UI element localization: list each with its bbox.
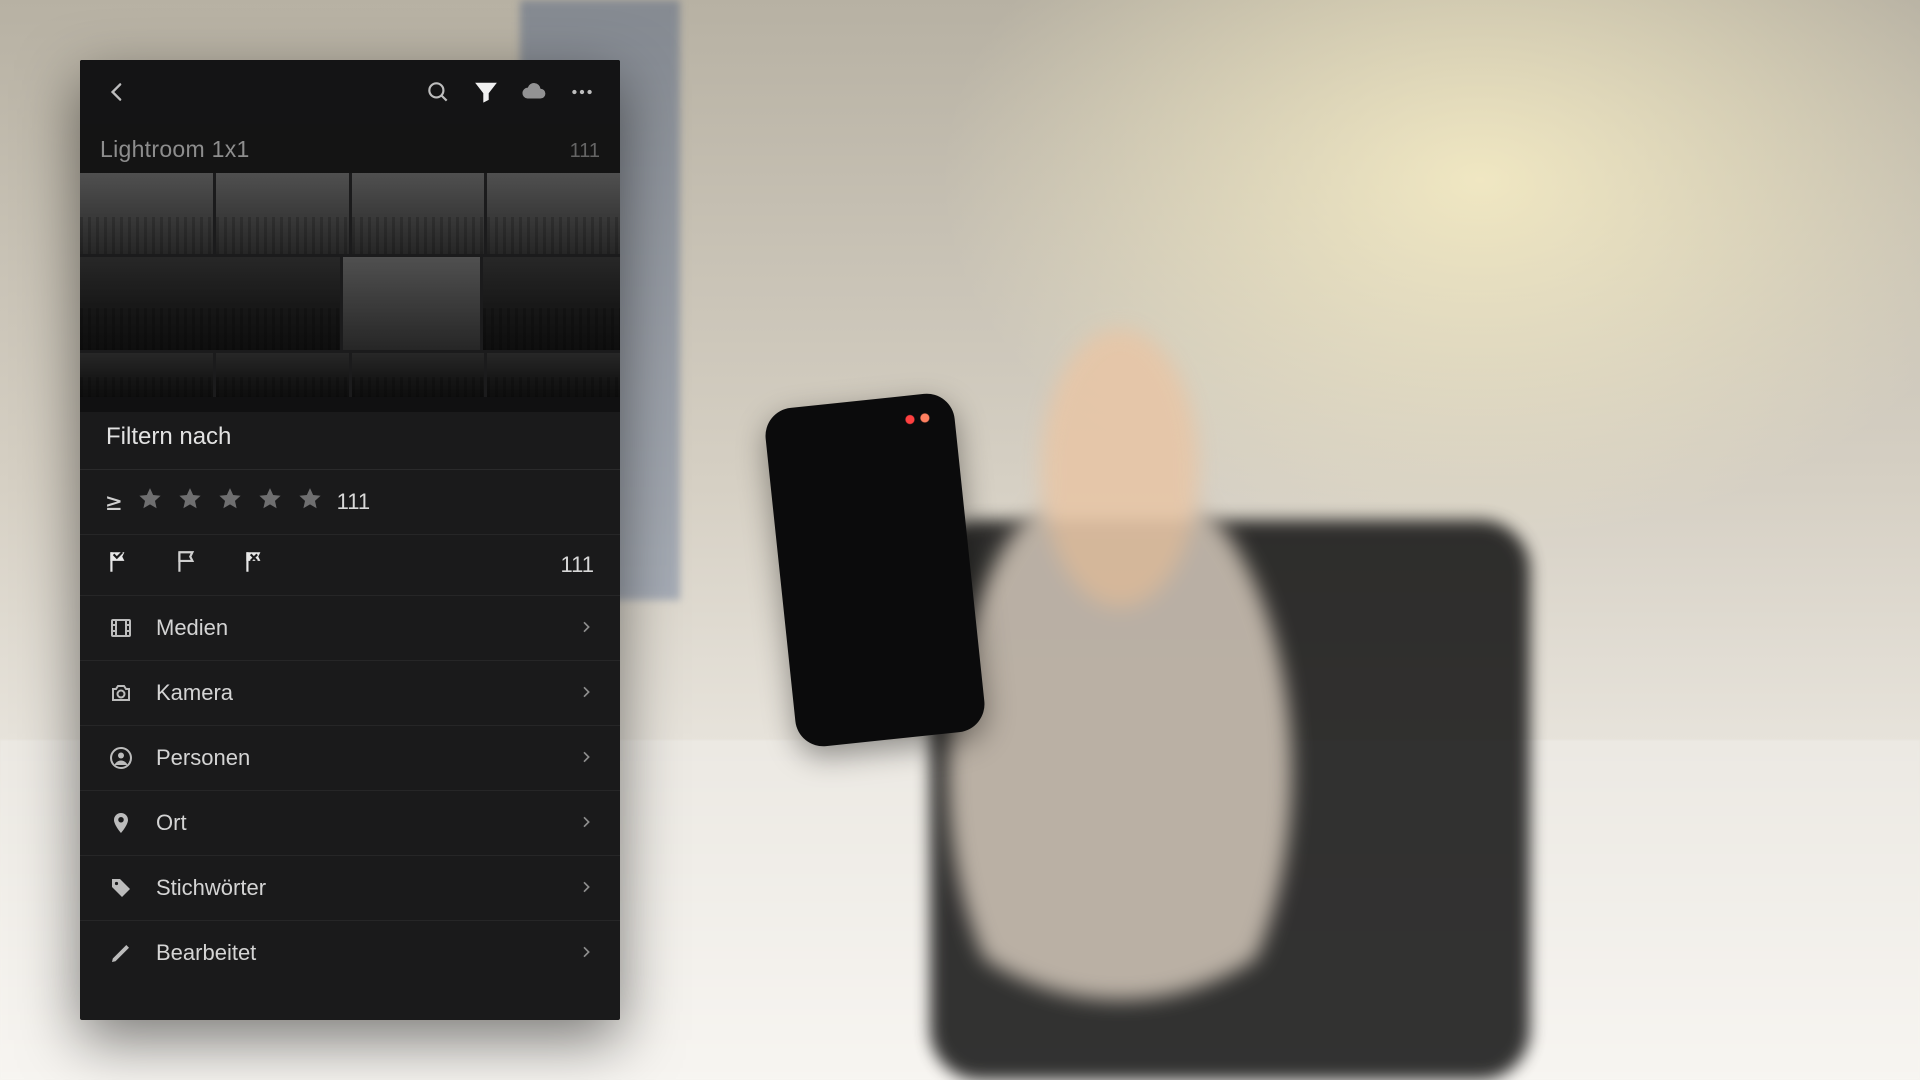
thumbnail[interactable] [352,173,485,254]
filter-people-label: Personen [156,745,578,771]
album-header[interactable]: Lightroom 1x1 111 [80,124,620,173]
filter-location-row[interactable]: Ort [80,791,620,856]
filter-icon[interactable] [462,68,510,116]
person-icon [106,746,136,770]
lightroom-filter-panel: Lightroom 1x1 111 Filtern nach ≥ 11 [80,60,620,1020]
flag-unflagged-icon[interactable] [174,549,200,581]
thumbnail[interactable] [80,173,213,254]
chevron-right-icon [578,680,594,706]
rating-count: 111 [337,489,370,515]
star-1[interactable] [137,486,163,518]
thumbnail[interactable] [487,173,620,254]
more-icon[interactable] [558,68,606,116]
phone-prop [763,391,987,749]
star-2[interactable] [177,486,203,518]
camera-icon [106,681,136,705]
filter-camera-label: Kamera [156,680,578,706]
film-icon [106,616,136,640]
filter-section-title: Filtern nach [80,397,620,470]
filter-keywords-row[interactable]: Stichwörter [80,856,620,921]
chevron-right-icon [578,745,594,771]
chevron-right-icon [578,810,594,836]
location-pin-icon [106,811,136,835]
flag-picked-icon[interactable] [106,549,132,581]
thumbnail[interactable] [343,257,480,350]
star-3[interactable] [217,486,243,518]
chevron-right-icon [578,940,594,966]
chevron-right-icon [578,875,594,901]
thumbnail[interactable] [216,173,349,254]
thumbnail[interactable] [80,353,213,397]
rating-filter-row[interactable]: ≥ 111 [80,470,620,535]
thumbnail[interactable] [487,353,620,397]
filter-keywords-label: Stichwörter [156,875,578,901]
filter-people-row[interactable]: Personen [80,726,620,791]
top-bar [80,60,620,124]
filter-media-label: Medien [156,615,578,641]
star-4[interactable] [257,486,283,518]
search-icon[interactable] [414,68,462,116]
flags-count: 111 [561,552,594,578]
chevron-right-icon [578,615,594,641]
filter-media-row[interactable]: Medien [80,596,620,661]
cloud-icon[interactable] [510,68,558,116]
thumbnail-grid[interactable] [80,173,620,397]
flag-rejected-icon[interactable] [242,549,268,581]
thumbnail[interactable] [352,353,485,397]
star-5[interactable] [297,486,323,518]
flag-filter-row[interactable]: 111 [80,535,620,596]
thumbnail[interactable] [483,257,620,350]
gte-icon[interactable]: ≥ [106,487,119,517]
pencil-icon [106,941,136,965]
filter-location-label: Ort [156,810,578,836]
filter-camera-row[interactable]: Kamera [80,661,620,726]
thumbnail[interactable] [216,353,349,397]
tag-icon [106,876,136,900]
filter-edited-label: Bearbeitet [156,940,578,966]
filter-edited-row[interactable]: Bearbeitet [80,921,620,985]
album-title: Lightroom 1x1 [100,136,250,163]
back-button[interactable] [94,68,142,116]
thumbnail[interactable] [80,257,340,350]
album-count: 111 [570,140,600,163]
